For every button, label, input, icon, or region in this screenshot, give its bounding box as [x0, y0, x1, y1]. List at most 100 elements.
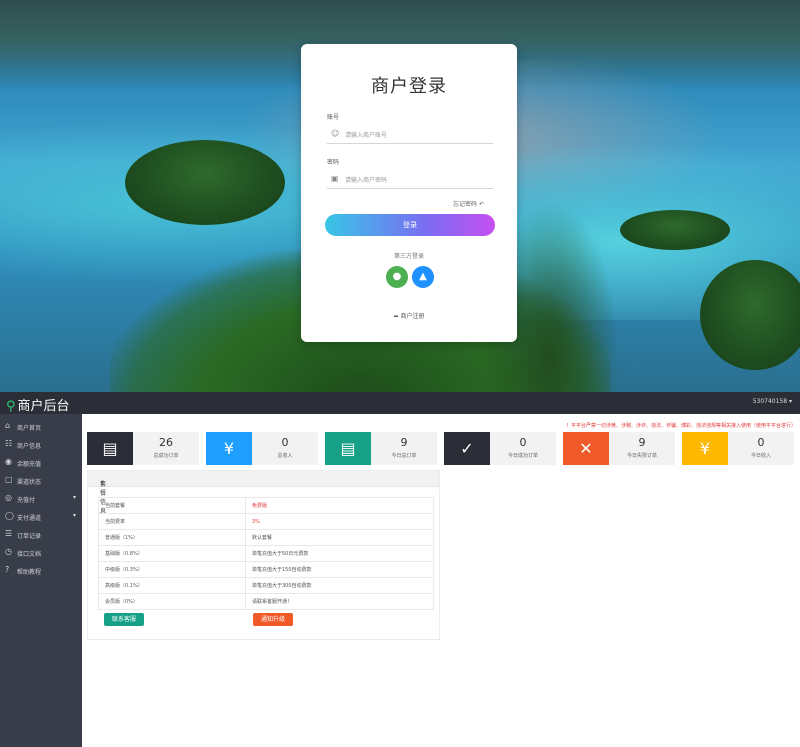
account-label: 账号: [327, 114, 340, 121]
monitor-icon: ▢: [5, 475, 13, 484]
table-cell: 单笔充值大于50日元费款: [245, 545, 434, 562]
table-cell: 中级版（0.3%）: [98, 561, 246, 578]
list-icon: ☰: [5, 529, 13, 538]
main-content: ！平平台严禁一切涉黄、涉赌、涉诈、违法、诈骗、博彩、违法违规等相关接入使用（使用…: [82, 414, 800, 747]
yen-icon: ¥: [206, 432, 252, 465]
table-cell: 普通版（1%）: [98, 529, 246, 546]
stat-today-orders: ▤ 9 今日总订单: [325, 432, 437, 465]
table-cell: 单笔充值大于150自动费款: [245, 561, 434, 578]
login-button[interactable]: 登录: [325, 214, 495, 236]
register-text: 商户注册: [400, 313, 425, 320]
table-cell: 当前费率: [98, 513, 246, 530]
table-cell: 默认套餐: [245, 529, 434, 546]
login-card: 商户登录 账号 ☺ 请输入商户账号 密码 ▣ 请输入商户密码 忘记密码 ↶ 登录…: [301, 44, 517, 342]
account-field[interactable]: ☺ 请输入商户账号: [327, 124, 493, 144]
shield-icon: ◯: [5, 511, 14, 520]
stat-value: 0: [757, 436, 765, 449]
sidebar-item-orders[interactable]: ☰ 订单记录: [0, 526, 82, 544]
stat-value: 9: [400, 436, 408, 449]
stat-value: 26: [159, 436, 173, 449]
stat-label: 今日总订单: [391, 453, 417, 459]
sidebar-item-api-docs[interactable]: ◷ 接口文档: [0, 544, 82, 562]
sidebar-item-home[interactable]: ⌂ 商户首页: [0, 418, 82, 436]
table-row: 中级版（0.3%） 单笔充值大于150自动费款: [98, 561, 434, 578]
package-panel: ∨ 套餐信息 当前套餐 免费版 当前费率 3% 普通版（1%） 默认套餐 基础版（0.…: [87, 470, 440, 640]
sidebar: ⌂ 商户首页 ☷ 商户信息 ◉ 余额充值 ▢ 渠道状态 ◎ 充值付 ▾ ◯ 支付…: [0, 414, 82, 747]
stat-today-failed: ✕ 9 今日失败订单: [563, 432, 675, 465]
stat-label: 今日成功订单: [507, 453, 538, 459]
sidebar-item-pay[interactable]: ◎ 充值付 ▾: [0, 490, 82, 508]
sidebar-item-pay-channel[interactable]: ◯ 支付通道 ▾: [0, 508, 82, 526]
wechat-icon: ●: [392, 271, 402, 282]
pay-icon: ◎: [5, 493, 12, 502]
doc-icon: ◷: [5, 547, 12, 556]
island-left: [125, 140, 285, 225]
help-icon: ?: [5, 565, 10, 574]
table-cell: 高级版（0.1%）: [98, 577, 246, 594]
wechat-login-button[interactable]: ●: [386, 266, 408, 288]
third-party-login-label: 第三方登录: [393, 253, 424, 260]
stat-label: 总成功订单: [153, 453, 179, 459]
sidebar-item-label: 支付通道: [17, 515, 42, 522]
forgot-password-text: 忘记密码: [453, 201, 478, 208]
stat-label: 总收入: [277, 453, 293, 459]
panel-header[interactable]: ∨ 套餐信息: [88, 471, 439, 515]
forgot-password-link[interactable]: 忘记密码 ↶: [453, 199, 484, 208]
password-label: 密码: [327, 159, 340, 166]
stat-label: 今日失败订单: [626, 453, 657, 459]
clipboard-icon: ▤: [87, 432, 133, 465]
upgrade-button[interactable]: 通知升级: [253, 613, 293, 626]
table-cell: 当前套餐: [98, 497, 246, 514]
top-bar: ⚲ 商户后台 530740158 ▾: [0, 392, 800, 414]
table-row: 当前费率 3%: [98, 513, 434, 530]
table-cell: 免费版: [245, 497, 434, 514]
island-right-large: [700, 260, 800, 370]
account-placeholder: 请输入商户账号: [345, 132, 388, 139]
sidebar-item-label: 帮助教程: [17, 569, 42, 576]
stat-value: 0: [519, 436, 527, 449]
user-icon: ☺: [331, 129, 340, 138]
table-cell: 请联系客服开通！: [245, 593, 434, 610]
sidebar-item-label: 余额充值: [17, 461, 42, 468]
chevron-down-icon: ▾: [72, 494, 76, 501]
table-row: 会员版（0%） 请联系客服开通！: [98, 593, 434, 610]
sidebar-item-channel-status[interactable]: ▢ 渠道状态: [0, 472, 82, 490]
sidebar-item-label: 商户信息: [17, 443, 42, 450]
person-icon: ⚲: [6, 399, 16, 414]
sidebar-item-help[interactable]: ? 帮助教程: [0, 562, 82, 580]
contact-support-button[interactable]: 联系客服: [104, 613, 144, 626]
stat-total-income: ¥ 0 总收入: [206, 432, 318, 465]
password-placeholder: 请输入商户密码: [345, 177, 388, 184]
qq-icon: ▲: [419, 271, 427, 282]
sidebar-item-label: 充值付: [17, 497, 36, 504]
login-title: 商户登录: [371, 76, 447, 97]
brand-text: 商户后台: [17, 399, 70, 414]
brand: ⚲ 商户后台: [6, 395, 70, 414]
stat-total-orders: ▤ 26 总成功订单: [87, 432, 199, 465]
sidebar-item-merchant-info[interactable]: ☷ 商户信息: [0, 436, 82, 454]
qq-login-button[interactable]: ▲: [412, 266, 434, 288]
account-menu[interactable]: 530740158 ▾: [753, 398, 792, 405]
package-table: 当前套餐 免费版 当前费率 3% 普通版（1%） 默认套餐 基础版（0.8%） 单笔充值…: [98, 497, 434, 610]
yen-icon: ¥: [682, 432, 728, 465]
check-icon: ✓: [444, 432, 490, 465]
reply-icon: ↶: [478, 201, 484, 208]
stat-label: 今日收入: [750, 453, 771, 459]
sidebar-item-recharge[interactable]: ◉ 余额充值: [0, 454, 82, 472]
caret-down-icon: ▾: [788, 398, 792, 405]
lock-icon: ▣: [331, 174, 339, 183]
table-row: 当前套餐 免费版: [98, 497, 434, 514]
table-row: 普通版（1%） 默认套餐: [98, 529, 434, 546]
stat-value: 0: [281, 436, 289, 449]
user-icon: ☷: [5, 439, 13, 448]
register-link[interactable]: ➦ 商户注册: [301, 311, 517, 320]
password-field[interactable]: ▣ 请输入商户密码: [327, 169, 493, 189]
table-cell: 会员版（0%）: [98, 593, 246, 610]
wallet-icon: ◉: [5, 457, 12, 466]
table-cell: 3%: [245, 513, 434, 530]
table-row: 基础版（0.8%） 单笔充值大于50日元费款: [98, 545, 434, 562]
stat-today-income: ¥ 0 今日收入: [682, 432, 794, 465]
login-background: 商户登录 账号 ☺ 请输入商户账号 密码 ▣ 请输入商户密码 忘记密码 ↶ 登录…: [0, 0, 800, 392]
sidebar-item-label: 接口文档: [17, 551, 42, 558]
chevron-down-icon: ▾: [72, 512, 76, 519]
